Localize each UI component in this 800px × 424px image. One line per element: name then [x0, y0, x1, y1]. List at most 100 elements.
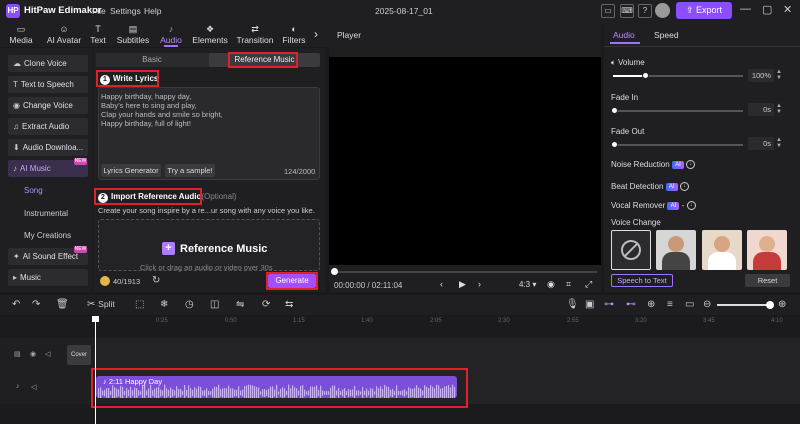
- prev-frame-icon[interactable]: ‹: [440, 279, 443, 289]
- fade-in-knob[interactable]: [611, 107, 618, 114]
- menu-settings[interactable]: Settings: [110, 6, 141, 16]
- help-icon[interactable]: ?: [638, 4, 652, 18]
- menu-help[interactable]: Help: [144, 6, 161, 16]
- volume-slider[interactable]: [613, 75, 743, 77]
- time-ruler[interactable]: [94, 316, 800, 328]
- export-button[interactable]: ⇪ Export: [676, 2, 732, 19]
- playhead-handle[interactable]: [92, 316, 99, 322]
- subitem-my-creations[interactable]: My Creations: [24, 231, 71, 240]
- subitem-song[interactable]: Song: [24, 186, 43, 195]
- link-icon[interactable]: ⊶: [604, 299, 614, 310]
- playback-scrubber[interactable]: [331, 268, 338, 275]
- fullscreen-icon[interactable]: ⤢: [585, 279, 592, 290]
- playhead[interactable]: [95, 316, 96, 424]
- chevron-right-icon[interactable]: ›: [314, 27, 318, 41]
- sidebar-item-change-voice[interactable]: ◉ Change Voice: [8, 97, 88, 114]
- undo-icon[interactable]: ↶: [12, 299, 20, 310]
- fade-in-slider[interactable]: [613, 110, 743, 112]
- crop-icon[interactable]: ⌗: [566, 279, 571, 290]
- tab-elements[interactable]: ❖ Elements: [188, 22, 232, 47]
- snapshot-icon[interactable]: ◉: [547, 279, 555, 290]
- tab-filters[interactable]: ◐ Filters: [279, 22, 309, 47]
- tab-audio-props[interactable]: Audio: [613, 30, 635, 40]
- track-icon[interactable]: ≡: [667, 299, 673, 310]
- user-avatar[interactable]: [655, 3, 670, 18]
- sidebar-item-extract-audio[interactable]: ♫ Extract Audio: [8, 118, 88, 135]
- microphone-icon[interactable]: 🎙︎: [566, 299, 579, 310]
- visibility-icon[interactable]: ◉: [30, 350, 36, 358]
- speed-icon[interactable]: ◷: [185, 299, 194, 310]
- speaker-icon[interactable]: ◁: [31, 383, 36, 391]
- minimize-icon[interactable]: —: [740, 3, 751, 15]
- noise-reduction-row: Noise Reduction AI ↓: [611, 160, 696, 170]
- next-frame-icon[interactable]: ›: [478, 279, 481, 289]
- zoom-knob[interactable]: [766, 301, 774, 309]
- video-preview[interactable]: [329, 57, 601, 265]
- freeze-icon[interactable]: ❄: [160, 299, 168, 310]
- voice-option-woman[interactable]: [702, 230, 742, 270]
- preview-icon[interactable]: ▭: [685, 299, 694, 310]
- play-icon[interactable]: ▶: [459, 279, 466, 290]
- tab-ai-avatar[interactable]: ☺ AI Avatar: [40, 22, 88, 47]
- tab-text[interactable]: T Text: [86, 22, 110, 47]
- delete-icon[interactable]: 🗑︎: [56, 299, 69, 310]
- fade-out-knob[interactable]: [611, 141, 618, 148]
- layout-icon[interactable]: ▭: [601, 4, 615, 18]
- zoom-slider[interactable]: [717, 304, 769, 306]
- aspect-ratio-select[interactable]: 4:3 ▾: [519, 280, 536, 289]
- fade-out-slider[interactable]: [613, 144, 743, 146]
- tab-subtitles[interactable]: ▤ Subtitles: [112, 22, 154, 47]
- face-icon: [759, 236, 775, 252]
- basic-tab[interactable]: Basic: [96, 53, 208, 67]
- download-icon[interactable]: ↓: [679, 182, 689, 192]
- ai-badge: AI: [667, 201, 680, 210]
- crop-tool-icon[interactable]: ⬚: [135, 299, 144, 310]
- lyrics-generator-button[interactable]: Lyrics Generator: [101, 164, 161, 177]
- redo-icon[interactable]: ↷: [32, 299, 40, 310]
- voice-option-man[interactable]: [656, 230, 696, 270]
- cover-thumbnail[interactable]: Cover: [67, 345, 91, 365]
- refresh-icon[interactable]: ↻: [152, 275, 160, 286]
- magnet-icon[interactable]: ⊕: [647, 299, 655, 310]
- volume-knob[interactable]: [642, 72, 649, 79]
- tab-speed[interactable]: Speed: [654, 30, 679, 40]
- snap-icon[interactable]: ⊷: [626, 299, 636, 310]
- reverse-icon[interactable]: ⇆: [285, 299, 293, 310]
- rotate-icon[interactable]: ⟳: [262, 299, 270, 310]
- volume-value[interactable]: 100%: [748, 69, 774, 82]
- sidebar-item-audio-download[interactable]: ⬇ Audio Downloa...: [8, 139, 88, 156]
- sidebar-item-music[interactable]: ▸ Music: [8, 269, 88, 286]
- speaker-icon[interactable]: ◁: [45, 350, 50, 358]
- playback-progress-bar[interactable]: [334, 271, 597, 273]
- menu-file[interactable]: File: [92, 6, 106, 16]
- scene-icon[interactable]: ▣: [585, 299, 594, 310]
- keyboard-icon[interactable]: ⌨: [620, 4, 634, 18]
- split-button[interactable]: ✂ Split: [87, 299, 115, 310]
- volume-stepper[interactable]: ▲ ▼: [776, 69, 782, 81]
- fade-out-value[interactable]: 0s: [748, 137, 774, 150]
- zoom-out-icon[interactable]: ⊖: [703, 299, 711, 310]
- voice-option-girl[interactable]: [747, 230, 787, 270]
- fade-in-value[interactable]: 0s: [748, 103, 774, 116]
- speech-to-text-button[interactable]: Speech to Text: [611, 274, 673, 287]
- tab-audio[interactable]: ♪ Audio: [154, 22, 188, 47]
- sidebar-item-clone-voice[interactable]: ☁ Clone Voice: [8, 55, 88, 72]
- mask-icon[interactable]: ◫: [210, 299, 219, 310]
- zoom-in-icon[interactable]: ⊕: [778, 299, 786, 310]
- fade-in-stepper[interactable]: ▲ ▼: [776, 103, 782, 115]
- video-track[interactable]: [94, 338, 800, 372]
- voice-none-option[interactable]: [611, 230, 651, 270]
- subitem-instrumental[interactable]: Instrumental: [24, 209, 68, 218]
- sidebar-item-text-to-speech[interactable]: T Text to Speech: [8, 76, 88, 93]
- reset-button[interactable]: Reset: [745, 274, 790, 287]
- fade-out-stepper[interactable]: ▲ ▼: [776, 137, 782, 149]
- tab-transition[interactable]: ⇄ Transition: [232, 22, 278, 47]
- close-icon[interactable]: ✕: [783, 3, 792, 16]
- download-icon[interactable]: ↓: [686, 160, 696, 170]
- fade-in-label: Fade In: [611, 93, 639, 102]
- maximize-icon[interactable]: ▢: [762, 3, 772, 16]
- try-sample-button[interactable]: Try a sample!: [165, 164, 215, 177]
- download-icon[interactable]: ↓: [686, 201, 696, 211]
- mirror-icon[interactable]: ⇋: [236, 299, 244, 310]
- tab-media[interactable]: ▭ Media: [0, 22, 42, 47]
